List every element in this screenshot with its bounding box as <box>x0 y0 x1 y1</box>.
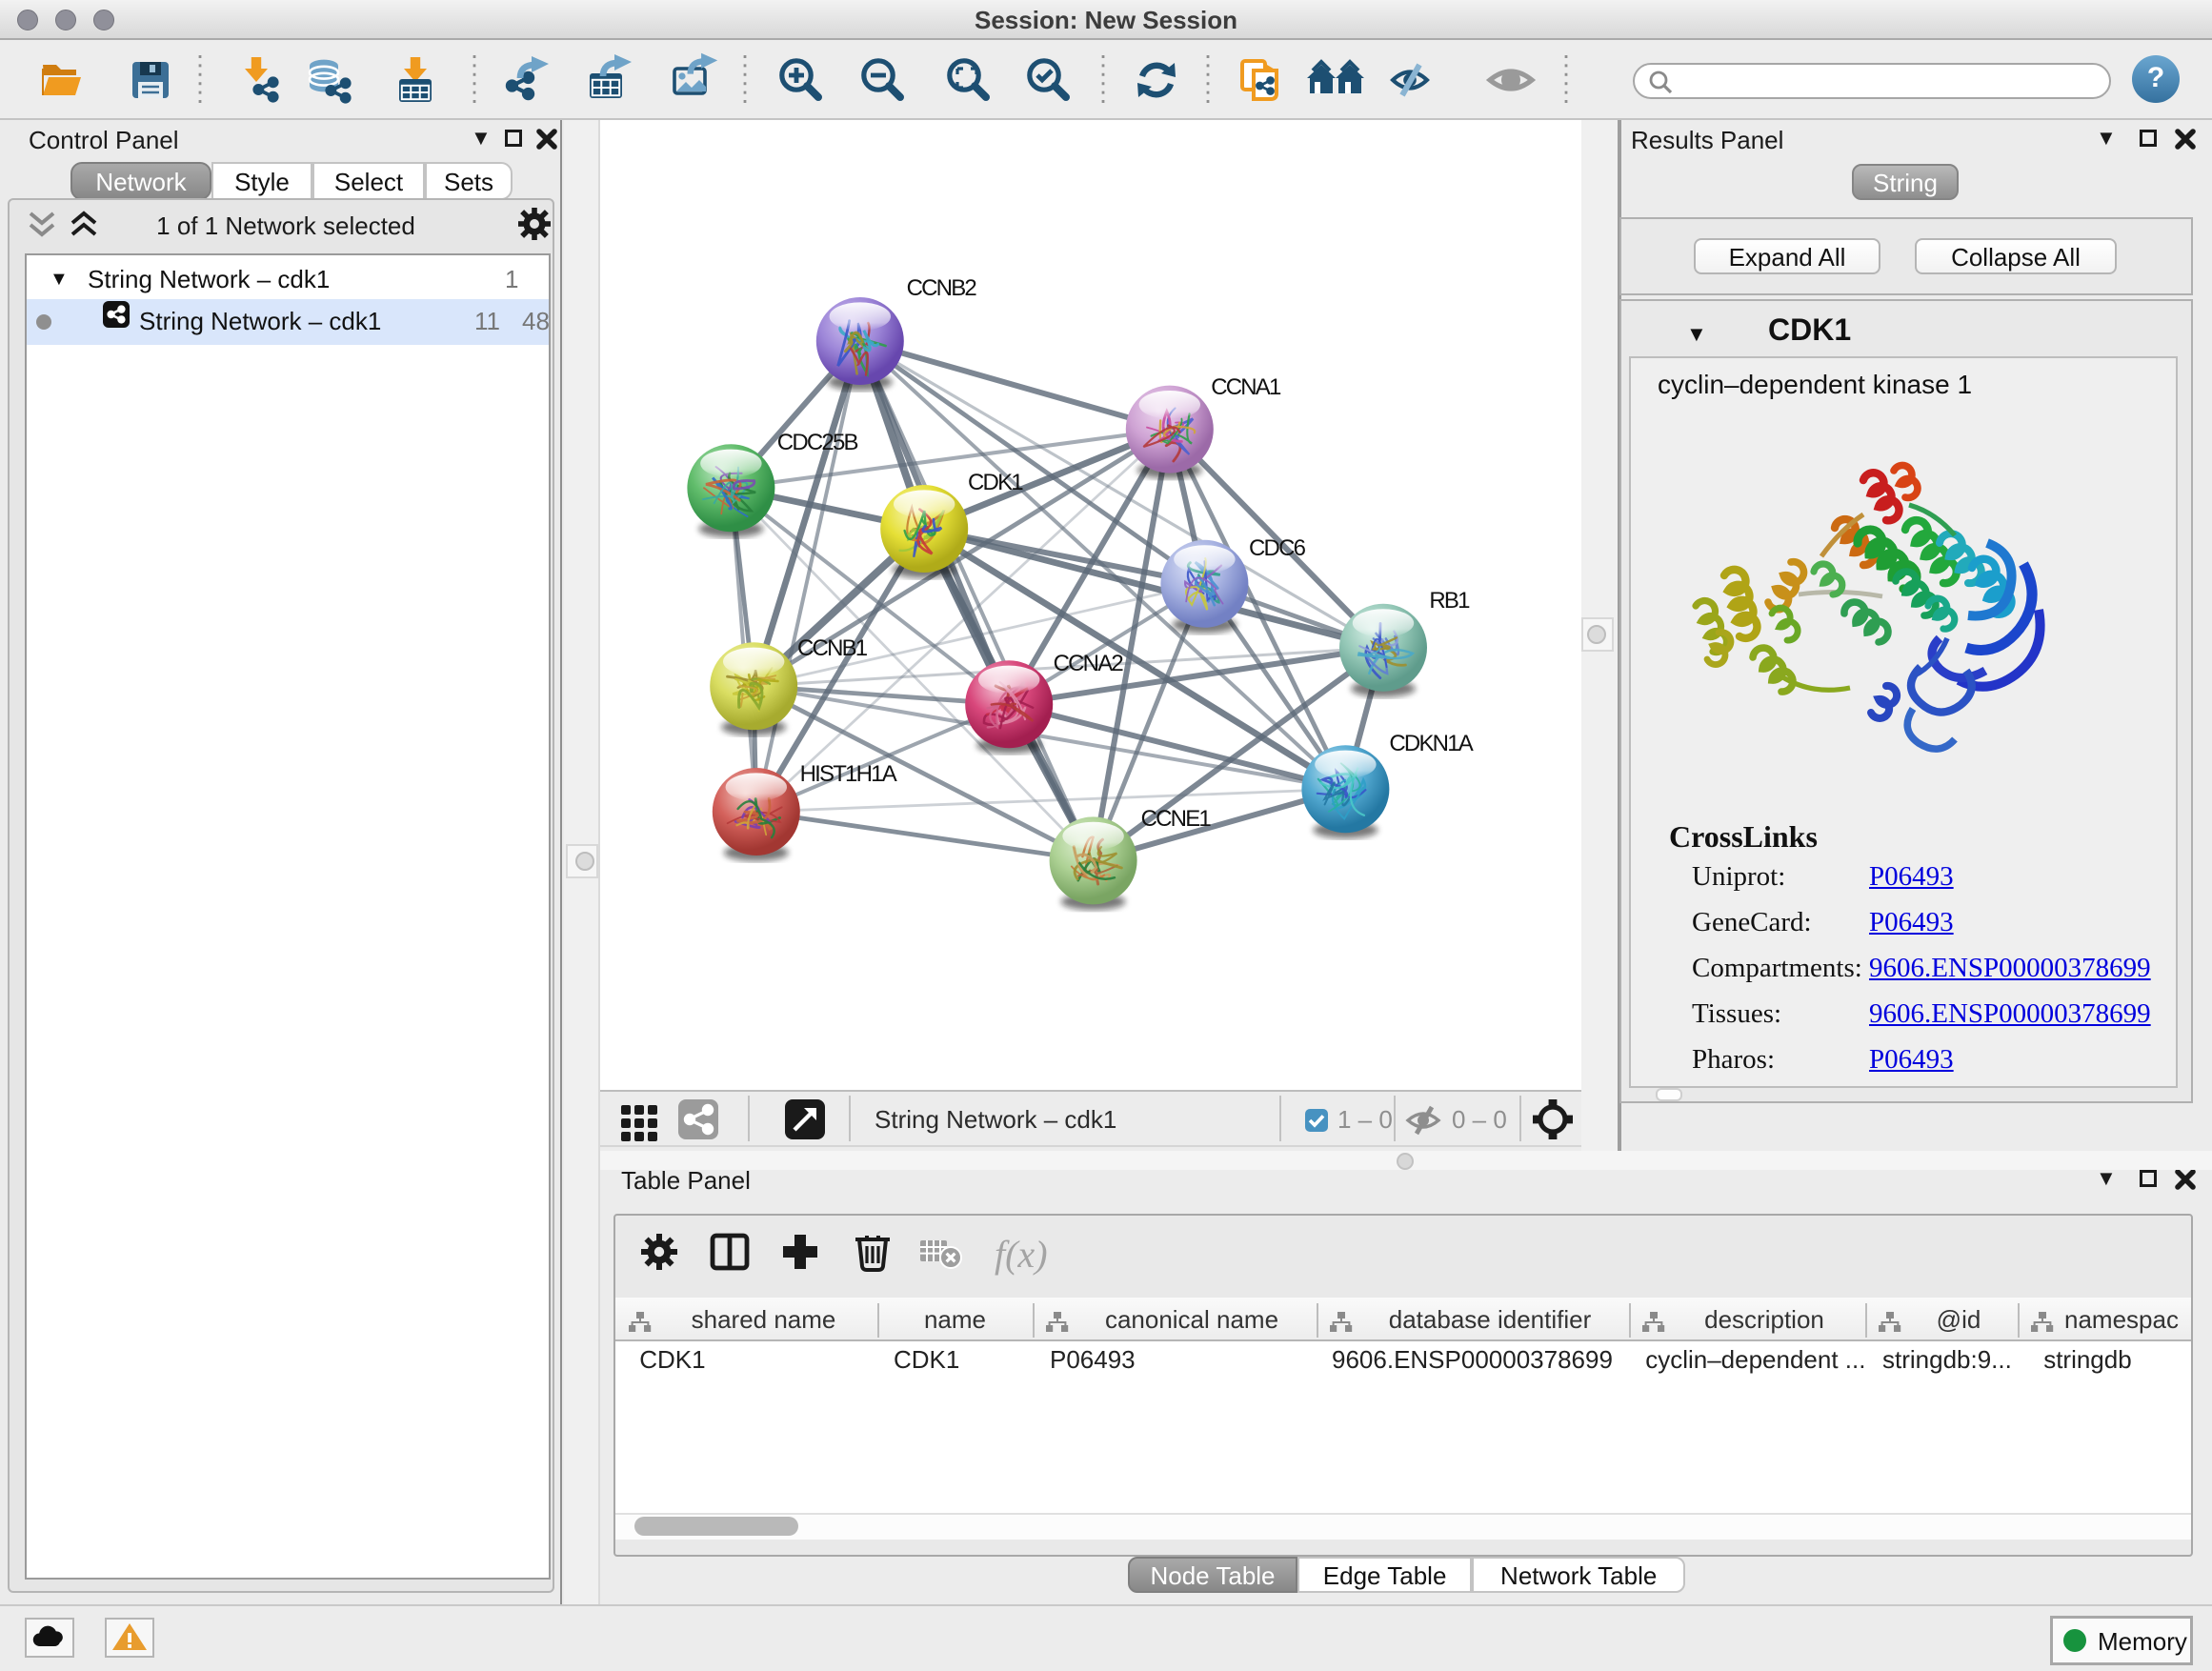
svg-text:CDK1: CDK1 <box>968 470 1023 495</box>
svg-text:CCNB2: CCNB2 <box>907 275 977 301</box>
svg-text:CDC25B: CDC25B <box>777 430 858 455</box>
svg-text:0 – 0: 0 – 0 <box>1452 1105 1507 1134</box>
svg-text:f(x): f(x) <box>995 1233 1048 1276</box>
svg-text:CCNB1: CCNB1 <box>797 635 868 661</box>
svg-text:CCNA1: CCNA1 <box>1211 374 1281 400</box>
svg-text:String Network – cdk1: String Network – cdk1 <box>875 1105 1116 1134</box>
svg-text:RB1: RB1 <box>1429 588 1470 614</box>
svg-text:1 – 0: 1 – 0 <box>1337 1105 1393 1134</box>
svg-text:HIST1H1A: HIST1H1A <box>800 761 897 787</box>
svg-text:CDKN1A: CDKN1A <box>1389 731 1473 756</box>
svg-text:CCNA2: CCNA2 <box>1054 651 1124 676</box>
svg-text:CCNE1: CCNE1 <box>1141 806 1212 832</box>
svg-text:CDC6: CDC6 <box>1249 535 1306 561</box>
